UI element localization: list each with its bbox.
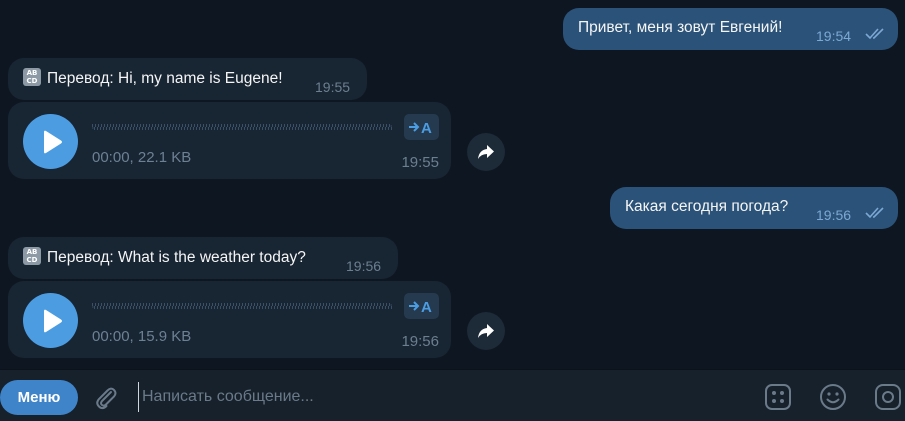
svg-text:A: A bbox=[421, 299, 432, 314]
play-button[interactable] bbox=[23, 114, 78, 169]
message-composer: Меню bbox=[0, 369, 905, 421]
message-time: 19:56 bbox=[346, 258, 382, 274]
incoming-translation-message[interactable]: AB CD Перевод: What is the weather today… bbox=[8, 237, 398, 279]
outgoing-message[interactable]: Привет, меня зовут Евгений! 19:54 bbox=[563, 8, 898, 50]
play-icon bbox=[44, 309, 62, 333]
message-list[interactable]: Привет, меня зовут Евгений! 19:54 AB CD … bbox=[0, 0, 905, 369]
message-time: 19:56 bbox=[401, 333, 439, 350]
camera-icon[interactable] bbox=[873, 382, 903, 412]
bot-commands-icon[interactable] bbox=[763, 382, 793, 412]
play-icon bbox=[44, 130, 62, 154]
svg-text:A: A bbox=[421, 120, 432, 135]
message-text: Какая сегодня погода? bbox=[625, 198, 789, 215]
transcribe-icon: A bbox=[409, 120, 432, 135]
emoji-icon[interactable] bbox=[818, 382, 848, 412]
waveform bbox=[92, 124, 392, 130]
voice-message[interactable]: 00:00, 15.9 KB 19:56 A bbox=[8, 281, 451, 358]
share-button[interactable] bbox=[467, 312, 505, 350]
outgoing-message[interactable]: Какая сегодня погода? 19:56 bbox=[610, 187, 898, 229]
chat-window: Привет, меня зовут Евгений! 19:54 AB CD … bbox=[0, 0, 905, 421]
share-button[interactable] bbox=[467, 133, 505, 171]
read-checkmarks-icon bbox=[865, 207, 884, 219]
incoming-translation-message[interactable]: AB CD Перевод: Hi, my name is Eugene! 19… bbox=[8, 58, 367, 100]
message-text: AB CD Перевод: What is the weather today… bbox=[23, 247, 306, 268]
attach-icon[interactable] bbox=[92, 384, 120, 412]
message-text: AB CD Перевод: Hi, my name is Eugene! bbox=[23, 68, 283, 89]
voice-duration-size: 00:00, 22.1 KB bbox=[92, 149, 192, 166]
message-input[interactable] bbox=[138, 382, 738, 412]
message-text: Привет, меня зовут Евгений! bbox=[578, 19, 783, 36]
message-time: 19:55 bbox=[401, 154, 439, 171]
menu-button[interactable]: Меню bbox=[0, 380, 78, 415]
message-time: 19:55 bbox=[315, 79, 351, 95]
abc-icon: AB CD bbox=[23, 247, 41, 265]
share-arrow-icon bbox=[478, 324, 494, 338]
waveform bbox=[92, 303, 392, 309]
message-time: 19:56 bbox=[816, 207, 852, 223]
message-time: 19:54 bbox=[816, 28, 852, 44]
voice-duration-size: 00:00, 15.9 KB bbox=[92, 328, 192, 345]
transcribe-icon: A bbox=[409, 299, 432, 314]
share-arrow-icon bbox=[478, 145, 494, 159]
transcribe-button[interactable]: A bbox=[404, 114, 439, 140]
read-checkmarks-icon bbox=[865, 28, 884, 40]
play-button[interactable] bbox=[23, 293, 78, 348]
translation-label: Перевод: What is the weather today? bbox=[47, 249, 306, 266]
voice-message[interactable]: 00:00, 22.1 KB 19:55 A bbox=[8, 102, 451, 179]
transcribe-button[interactable]: A bbox=[404, 293, 439, 319]
translation-label: Перевод: Hi, my name is Eugene! bbox=[47, 70, 283, 87]
abc-icon: AB CD bbox=[23, 68, 41, 86]
